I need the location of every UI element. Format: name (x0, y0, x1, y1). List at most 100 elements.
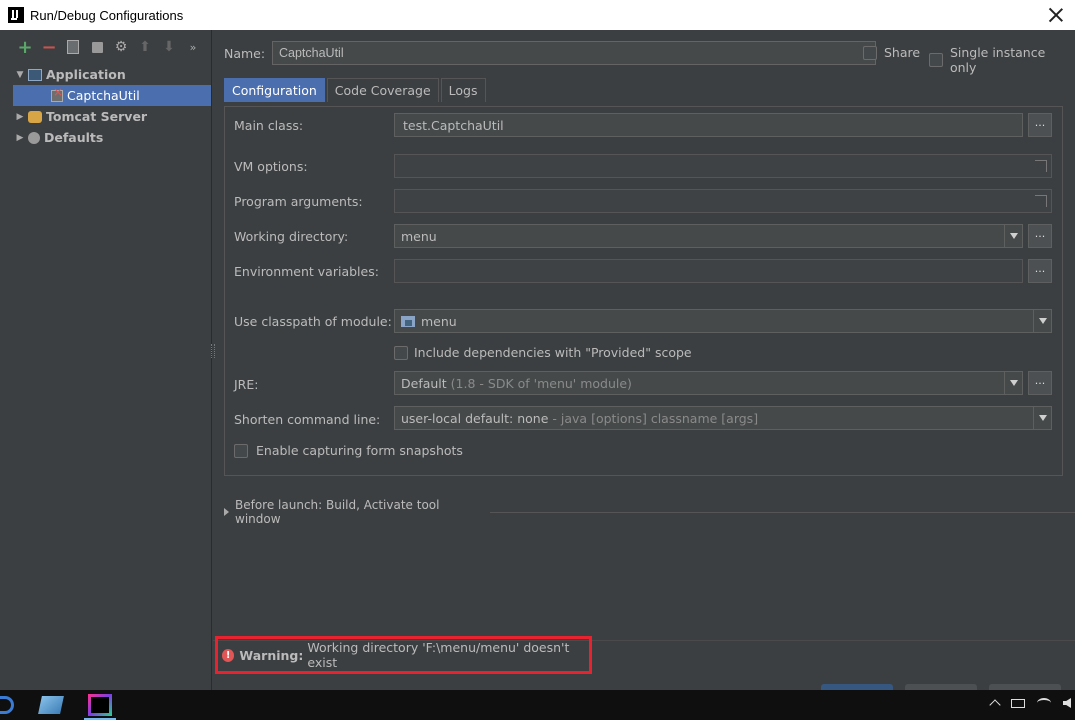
module-folder-icon (401, 316, 415, 327)
class-error-icon (51, 85, 63, 102)
share-label: Share (884, 45, 921, 60)
environment-variables-input[interactable] (394, 259, 1023, 283)
environment-variables-button[interactable]: ... (1028, 259, 1052, 283)
more-icon[interactable]: » (184, 38, 202, 56)
tab-bar: Configuration Code Coverage Logs (224, 78, 488, 102)
wrench-icon[interactable]: ⚙ (112, 38, 130, 56)
vm-options-input[interactable] (394, 154, 1052, 178)
collapsed-arrow-icon[interactable]: ▶ (12, 133, 28, 143)
collapsed-arrow-icon[interactable]: ▶ (12, 112, 28, 122)
volume-icon[interactable] (1063, 698, 1071, 708)
name-input[interactable] (272, 41, 876, 65)
move-down-icon[interactable]: ⬇ (160, 38, 178, 56)
jre-detail: (1.8 - SDK of 'menu' module) (450, 376, 632, 391)
tab-code-coverage[interactable]: Code Coverage (326, 78, 439, 102)
classpath-module-label: Use classpath of module: (234, 314, 392, 329)
include-dependencies-checkbox[interactable] (394, 345, 408, 360)
tree-item-label: Application (46, 67, 126, 82)
system-tray (989, 697, 1071, 711)
tree-item-label: Defaults (44, 130, 104, 145)
notes-app-icon[interactable] (38, 696, 64, 714)
single-instance-option[interactable]: Single instance only (929, 45, 1075, 75)
environment-variables-label: Environment variables: (234, 264, 379, 279)
battery-icon[interactable] (1011, 698, 1025, 708)
configurations-sidebar: + − ⚙ ⬆ ⬇ » ▼ Application CaptchaUtil ▶ … (12, 30, 212, 690)
error-icon: ! (222, 648, 235, 662)
jre-label: JRE: (234, 377, 259, 392)
chevron-down-icon[interactable] (1004, 372, 1022, 394)
program-arguments-label: Program arguments: (234, 194, 363, 209)
tree-item-label: CaptchaUtil (67, 88, 140, 103)
jre-value: Default (401, 376, 447, 391)
chevron-down-icon[interactable] (1033, 310, 1051, 332)
tree-item-label: Tomcat Server (46, 109, 148, 124)
expand-icon[interactable] (1035, 195, 1047, 207)
shorten-command-line-value: user-local default: none (401, 411, 549, 426)
section-divider (490, 511, 1075, 513)
tree-item-application[interactable]: ▼ Application (12, 64, 211, 85)
search-icon[interactable] (0, 696, 14, 714)
share-option[interactable]: Share (863, 45, 920, 60)
tab-configuration[interactable]: Configuration (224, 78, 325, 102)
before-launch-section[interactable]: Before launch: Build, Activate tool wind… (224, 498, 1075, 526)
jre-combo[interactable]: Default (1.8 - SDK of 'menu' module) (394, 371, 1023, 395)
tree-item-tomcat[interactable]: ▶ Tomcat Server (12, 106, 211, 127)
snapshots-checkbox[interactable] (234, 443, 248, 458)
share-checkbox[interactable] (863, 45, 877, 60)
tree-item-defaults[interactable]: ▶ Defaults (12, 127, 211, 148)
classpath-module-value: menu (421, 314, 457, 329)
move-up-icon[interactable]: ⬆ (136, 38, 154, 56)
expand-icon[interactable] (1035, 160, 1047, 172)
taskbar (0, 690, 1075, 720)
name-label: Name: (224, 45, 266, 61)
collapsed-arrow-icon[interactable] (224, 508, 229, 516)
add-icon[interactable]: + (16, 37, 34, 58)
config-editor: Name: Share Single instance only Configu… (211, 30, 1075, 690)
copy-icon[interactable] (64, 38, 82, 56)
title-bar: Run/Debug Configurations (0, 0, 1075, 30)
main-class-label: Main class: (234, 118, 304, 133)
single-instance-label: Single instance only (949, 45, 1046, 75)
include-dependencies-option[interactable]: Include dependencies with "Provided" sco… (394, 345, 692, 360)
intellij-taskbar-icon[interactable] (88, 694, 112, 716)
shorten-command-line-label: Shorten command line: (234, 412, 381, 427)
window-title: Run/Debug Configurations (30, 7, 184, 23)
working-directory-combo[interactable]: menu (394, 224, 1023, 248)
before-launch-label: Before launch: Build, Activate tool wind… (235, 498, 440, 526)
tomcat-icon (28, 110, 42, 123)
program-arguments-input[interactable] (394, 189, 1052, 213)
application-icon (28, 68, 42, 81)
shorten-command-line-detail: - java [options] classname [args] (552, 411, 759, 426)
save-icon[interactable] (88, 38, 106, 56)
working-directory-value: menu (401, 229, 437, 244)
expanded-arrow-icon[interactable]: ▼ (12, 70, 28, 80)
splitter-handle[interactable] (211, 344, 215, 358)
chevron-up-icon[interactable] (989, 699, 1001, 711)
configuration-panel: Main class: test.CaptchaUtil ... VM opti… (224, 106, 1063, 476)
vm-options-label: VM options: (234, 159, 308, 174)
shorten-command-line-combo[interactable]: user-local default: none - java [options… (394, 406, 1052, 430)
working-directory-browse-button[interactable]: ... (1028, 224, 1052, 248)
chevron-down-icon[interactable] (1004, 225, 1022, 247)
wrench-icon (28, 131, 40, 144)
main-class-browse-button[interactable]: ... (1028, 113, 1052, 137)
config-tree: ▼ Application CaptchaUtil ▶ Tomcat Serve… (12, 64, 211, 148)
name-row: Name: (224, 41, 876, 65)
remove-icon[interactable]: − (40, 37, 58, 58)
intellij-icon (8, 7, 24, 23)
include-dependencies-label: Include dependencies with "Provided" sco… (414, 345, 692, 360)
warning-prefix: Warning: (239, 647, 304, 663)
working-directory-label: Working directory: (234, 229, 349, 244)
tab-logs[interactable]: Logs (440, 78, 486, 102)
tree-item-captcha-util[interactable]: CaptchaUtil (13, 85, 211, 106)
snapshots-label: Enable capturing form snapshots (256, 443, 463, 458)
snapshots-option[interactable]: Enable capturing form snapshots (234, 443, 463, 458)
warning-message: ! Warning: Working directory 'F:\menu/me… (215, 636, 592, 674)
main-class-input[interactable]: test.CaptchaUtil (394, 113, 1023, 137)
classpath-module-combo[interactable]: menu (394, 309, 1052, 333)
close-icon[interactable] (1045, 4, 1067, 26)
jre-browse-button[interactable]: ... (1028, 371, 1052, 395)
single-instance-checkbox[interactable] (929, 53, 943, 67)
chevron-down-icon[interactable] (1033, 407, 1051, 429)
wifi-icon[interactable] (1037, 698, 1051, 708)
